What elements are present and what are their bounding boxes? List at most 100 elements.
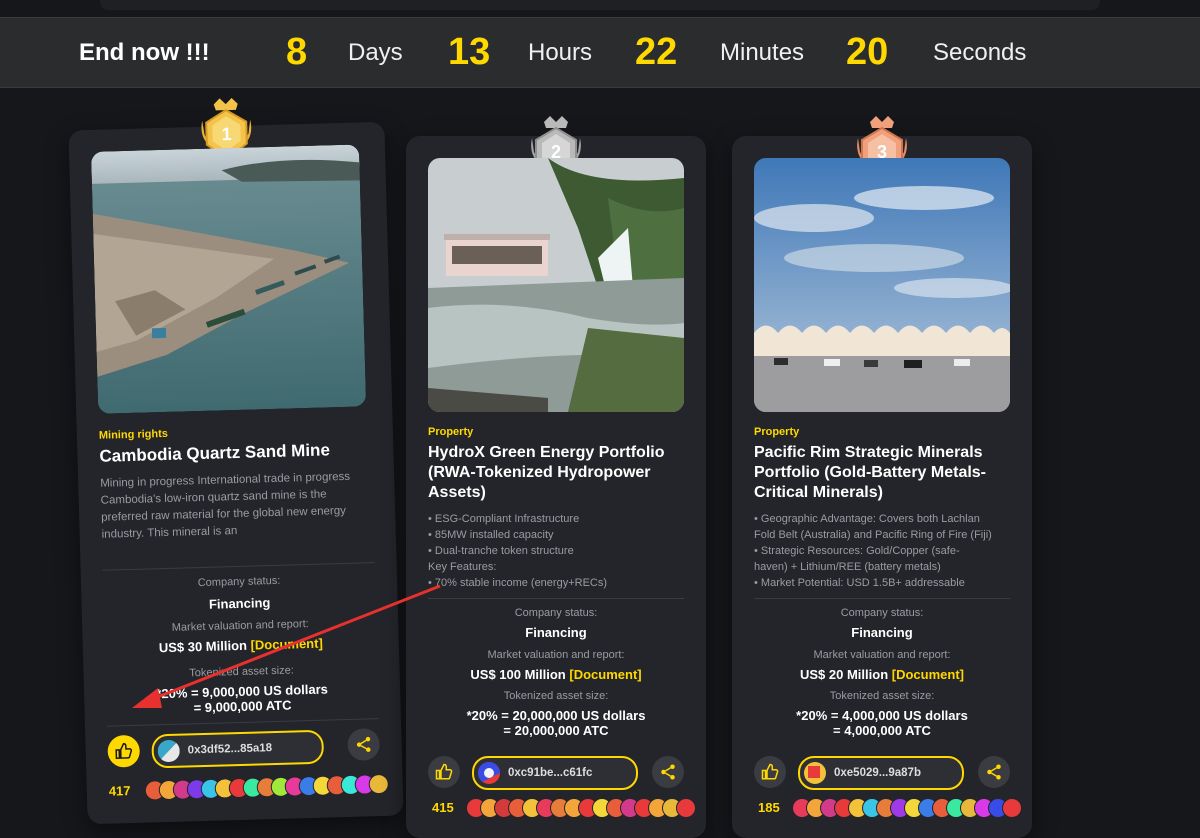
description-line: • 70% stable income (energy+RECs) xyxy=(428,577,608,589)
description-line: Cambodia's low-iron quartz sand mine is … xyxy=(100,488,347,541)
project-title[interactable]: HydroX Green Energy Portfolio (RWA-Token… xyxy=(428,443,688,503)
project-photo-hydropower[interactable] xyxy=(428,158,684,412)
countdown-days: 8 xyxy=(286,31,308,73)
share-button[interactable] xyxy=(347,728,381,761)
valuation-label: Market valuation and report: xyxy=(487,649,625,661)
project-photo-quartz-mine[interactable] xyxy=(90,144,367,414)
token-label: Tokenized asset size: xyxy=(829,690,935,702)
tokenized-asset: Tokenized asset size: *20% = 20,000,000 … xyxy=(406,690,706,738)
thumbs-up-icon xyxy=(435,763,453,780)
token-line-2: = 4,000,000 ATC xyxy=(833,723,931,738)
status-label: Company status: xyxy=(514,607,598,619)
countdown-hours-label: Hours xyxy=(528,39,593,66)
countdown-seconds: 20 xyxy=(846,31,889,73)
company-status: Company status: Financing xyxy=(406,607,706,640)
countdown-days-label: Days xyxy=(348,39,403,66)
share-icon xyxy=(987,764,1001,780)
share-icon xyxy=(661,764,675,780)
company-status: Company status: Financing xyxy=(81,572,398,616)
countdown-seconds-label: Seconds xyxy=(933,39,1027,66)
description-line: • Geographic Advantage: Covers both Lach… xyxy=(754,513,980,525)
project-category: Mining rights xyxy=(98,427,169,442)
countdown-hours: 13 xyxy=(448,31,491,73)
token-label: Tokenized asset size: xyxy=(189,664,294,680)
description-line: Key Features: xyxy=(428,561,497,573)
wallet-address-pill[interactable]: 0xe5029...9a87b xyxy=(798,756,964,790)
address-avatar xyxy=(804,762,826,784)
card-actions: 0xe5029...9a87b xyxy=(754,756,1010,792)
share-button[interactable] xyxy=(978,756,1010,788)
company-status: Company status: Financing xyxy=(732,607,1032,640)
description-line: • Strategic Resources: Gold/Copper (safe… xyxy=(754,545,960,557)
valuation-value: US$ 30 Million xyxy=(158,637,248,656)
valuation-label: Market valuation and report: xyxy=(171,618,309,634)
like-button[interactable] xyxy=(428,756,460,788)
project-description: • Geographic Advantage: Covers both Lach… xyxy=(754,511,1016,591)
valuation-label: Market valuation and report: xyxy=(813,649,951,661)
project-card-1[interactable]: 1 Mining rights Cambodia Quartz Sand Min… xyxy=(68,97,404,825)
countdown-minutes-label: Minutes xyxy=(720,39,805,66)
market-valuation: Market valuation and report: US$ 20 Mill… xyxy=(732,649,1032,682)
wallet-address-pill[interactable]: 0xc91be...c61fc xyxy=(472,756,638,790)
thumbs-up-icon xyxy=(115,742,133,759)
tokenized-asset: Tokenized asset size: *20% = 4,000,000 U… xyxy=(732,690,1032,738)
divider xyxy=(754,598,1010,599)
card-actions: 0xc91be...c61fc xyxy=(428,756,684,792)
address-avatar xyxy=(157,739,181,763)
supporter-avatars[interactable] xyxy=(144,773,390,801)
status-value: Financing xyxy=(208,595,271,612)
divider xyxy=(102,562,375,571)
market-valuation: Market valuation and report: US$ 30 Mill… xyxy=(82,616,399,658)
project-description: • ESG-Compliant Infrastructure • 85MW in… xyxy=(428,511,690,591)
wallet-address: 0xc91be...c61fc xyxy=(508,767,593,779)
description-line: • 85MW installed capacity xyxy=(428,529,554,541)
project-photo-minerals-facility[interactable] xyxy=(754,158,1010,412)
wallet-address: 0xe5029...9a87b xyxy=(834,767,921,779)
share-icon xyxy=(356,736,371,752)
likes-count: 417 xyxy=(108,783,131,799)
supporter-avatars[interactable] xyxy=(466,798,696,818)
token-line-1: *20% = 20,000,000 US dollars xyxy=(466,708,646,723)
project-category: Property xyxy=(754,426,800,438)
project-category: Property xyxy=(428,426,474,438)
description-line: • Market Potential: USD 1.5B+ addressabl… xyxy=(754,577,965,589)
token-label: Tokenized asset size: xyxy=(503,690,609,702)
likes-count: 185 xyxy=(758,800,780,815)
status-value: Financing xyxy=(851,625,913,640)
card-actions: 0x3df52...85a18 xyxy=(107,728,381,772)
project-description: Mining in progress International trade i… xyxy=(100,469,354,544)
project-title[interactable]: Cambodia Quartz Sand Mine xyxy=(99,439,369,467)
description-line: • Dual-tranche token structure xyxy=(428,545,574,557)
top-strip xyxy=(100,0,1100,10)
like-button[interactable] xyxy=(754,756,786,788)
share-button[interactable] xyxy=(652,756,684,788)
valuation-value: US$ 100 Million xyxy=(470,667,566,682)
project-card-3[interactable]: 3 Property Pacific Rim Strategic Mineral… xyxy=(732,116,1032,838)
like-button[interactable] xyxy=(107,734,141,768)
likes-count: 415 xyxy=(432,800,454,815)
countdown-minutes: 22 xyxy=(635,31,678,73)
medal-rank-1: 1 xyxy=(221,124,232,144)
document-link[interactable]: [Document] xyxy=(250,636,323,653)
divider xyxy=(428,598,684,599)
project-card-2[interactable]: 2 Property HydroX Green Energy Portfolio… xyxy=(406,116,706,838)
document-link[interactable]: [Document] xyxy=(892,667,964,682)
wallet-address: 0x3df52...85a18 xyxy=(187,742,273,757)
description-line: Fold Belt (Australia) and Pacific Ring o… xyxy=(754,529,992,541)
token-line-1: *20% = 4,000,000 US dollars xyxy=(796,708,968,723)
supporter-avatars[interactable] xyxy=(792,798,1022,818)
project-title[interactable]: Pacific Rim Strategic Minerals Portfolio… xyxy=(754,443,1014,503)
token-line-2: = 20,000,000 ATC xyxy=(503,723,609,738)
status-label: Company status: xyxy=(840,607,924,619)
address-avatar xyxy=(478,762,500,784)
tokenized-asset: Tokenized asset size: *20% = 9,000,000 U… xyxy=(83,662,400,719)
wallet-address-pill[interactable]: 0x3df52...85a18 xyxy=(151,729,325,769)
divider xyxy=(107,718,379,727)
status-label: Company status: xyxy=(197,574,281,590)
description-line: haven) + Lithium/REE (battery metals) xyxy=(754,561,941,573)
document-link[interactable]: [Document] xyxy=(569,667,641,682)
valuation-value: US$ 20 Million xyxy=(800,667,889,682)
countdown-title: End now !!! xyxy=(79,39,210,66)
countdown-bar: End now !!! 8 Days 13 Hours 22 Minutes 2… xyxy=(0,17,1200,88)
market-valuation: Market valuation and report: US$ 100 Mil… xyxy=(406,649,706,682)
